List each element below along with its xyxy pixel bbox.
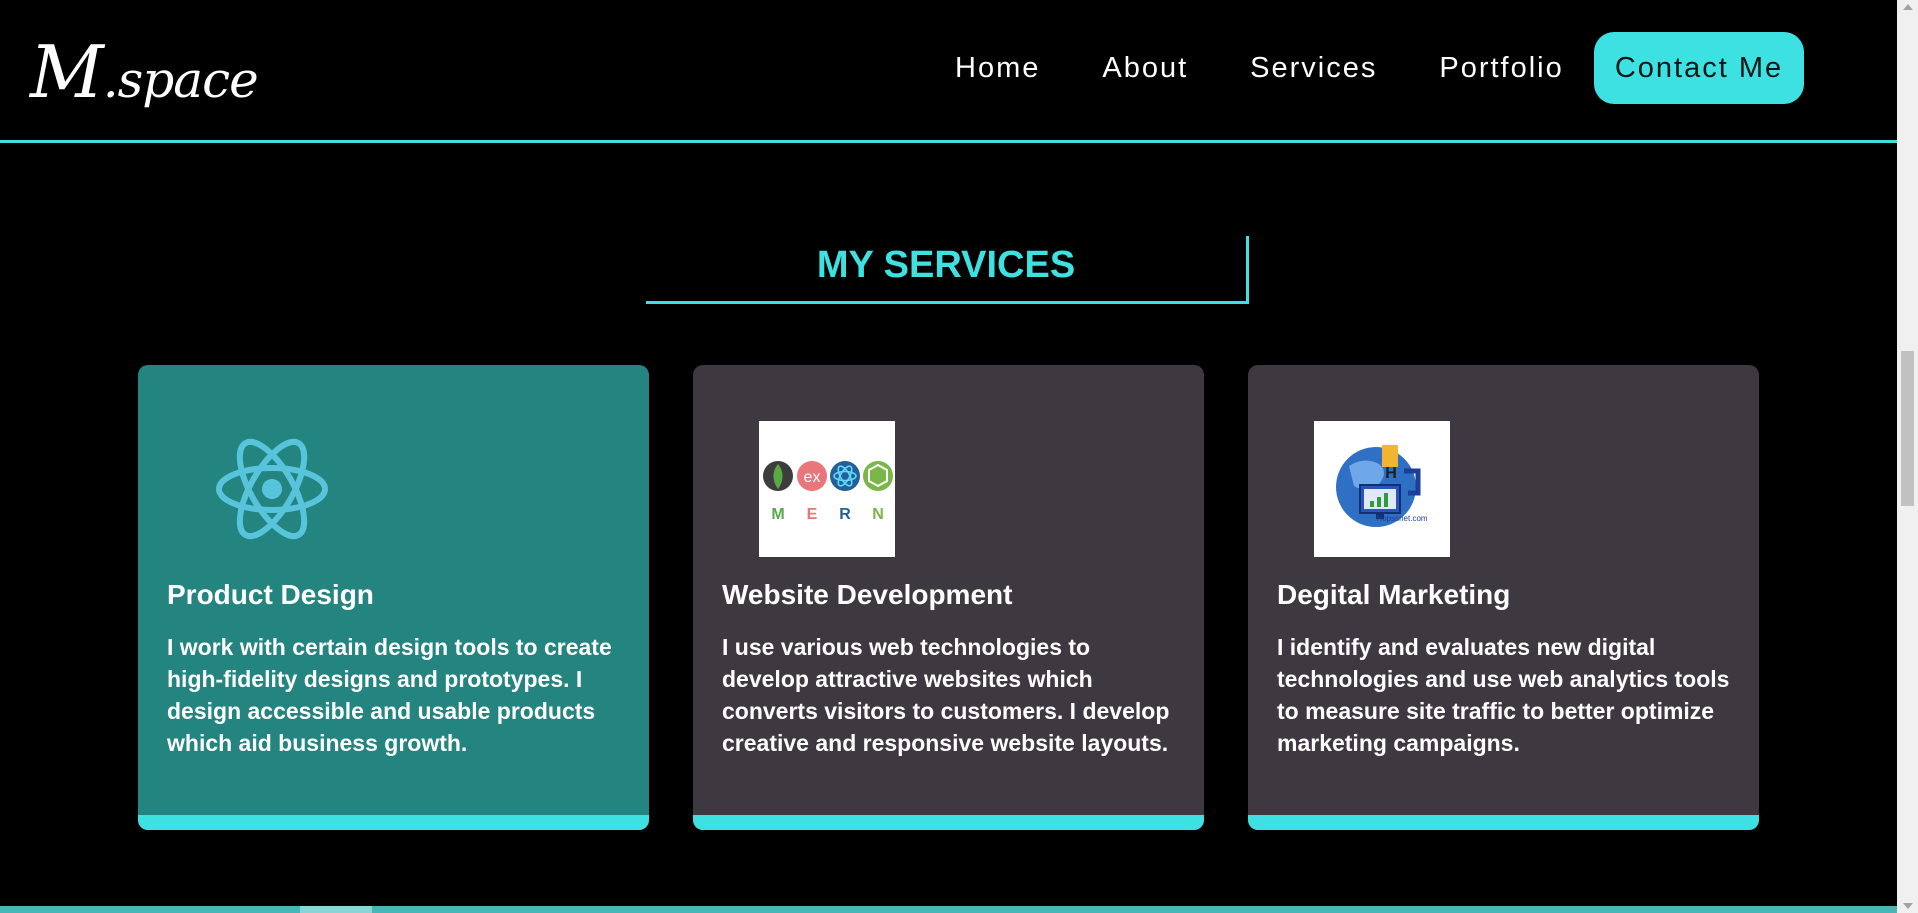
nav-portfolio-link[interactable]: Portfolio	[1439, 52, 1563, 85]
svg-text:ex: ex	[804, 469, 821, 486]
service-card-product-design[interactable]: Product Design I work with certain desig…	[138, 365, 649, 830]
logo-initial: M	[30, 30, 104, 114]
main-nav: Home About Services Portfolio	[955, 32, 1626, 104]
card-description: I work with certain design tools to crea…	[167, 634, 612, 756]
logo[interactable]: M.space	[30, 30, 259, 114]
card-accent-bar	[1248, 815, 1759, 830]
service-card-digital-marketing[interactable]: H Hopssnet.com Degital Marketing I ident…	[1248, 365, 1759, 830]
react-icon	[204, 421, 340, 557]
scroll-up-arrow-icon[interactable]	[1903, 4, 1913, 10]
scroll-down-arrow-icon[interactable]	[1903, 903, 1913, 909]
svg-text:H: H	[1385, 465, 1397, 482]
page: M.space Home About Services Portfolio Co…	[0, 0, 1897, 913]
card-title: Degital Marketing	[1277, 579, 1511, 610]
scrollbar-thumb[interactable]	[1901, 351, 1914, 506]
svg-text:E: E	[807, 506, 818, 523]
nav-about-link[interactable]: About	[1102, 52, 1188, 85]
service-card-website-development[interactable]: ex M E R N Website Development I use var…	[693, 365, 1204, 830]
digital-marketing-image: H Hopssnet.com	[1314, 421, 1450, 557]
section-title: MY SERVICES	[816, 244, 1076, 286]
site-header: M.space Home About Services Portfolio Co…	[0, 0, 1897, 143]
nav-services-link[interactable]: Services	[1250, 52, 1377, 85]
svg-text:R: R	[839, 506, 851, 523]
card-accent-bar	[693, 815, 1204, 830]
card-description: I use various web technologies to develo…	[722, 634, 1170, 756]
vertical-scrollbar[interactable]	[1897, 0, 1918, 913]
strip-highlight	[300, 906, 372, 913]
card-title: Website Development	[722, 579, 1013, 610]
contact-me-button[interactable]: Contact Me	[1594, 32, 1804, 104]
nav-home-link[interactable]: Home	[955, 52, 1040, 85]
card-description: I identify and evaluates new digital tec…	[1277, 634, 1730, 756]
logo-text: .space	[102, 51, 259, 109]
svg-text:N: N	[872, 506, 884, 523]
next-section-strip	[0, 906, 1897, 913]
mern-stack-image: ex M E R N	[759, 421, 895, 557]
svg-text:M: M	[771, 506, 784, 523]
section-heading: MY SERVICES	[646, 236, 1249, 304]
svg-text:Hopssnet.com: Hopssnet.com	[1376, 514, 1427, 523]
card-accent-bar	[138, 815, 649, 830]
card-title: Product Design	[167, 579, 374, 610]
